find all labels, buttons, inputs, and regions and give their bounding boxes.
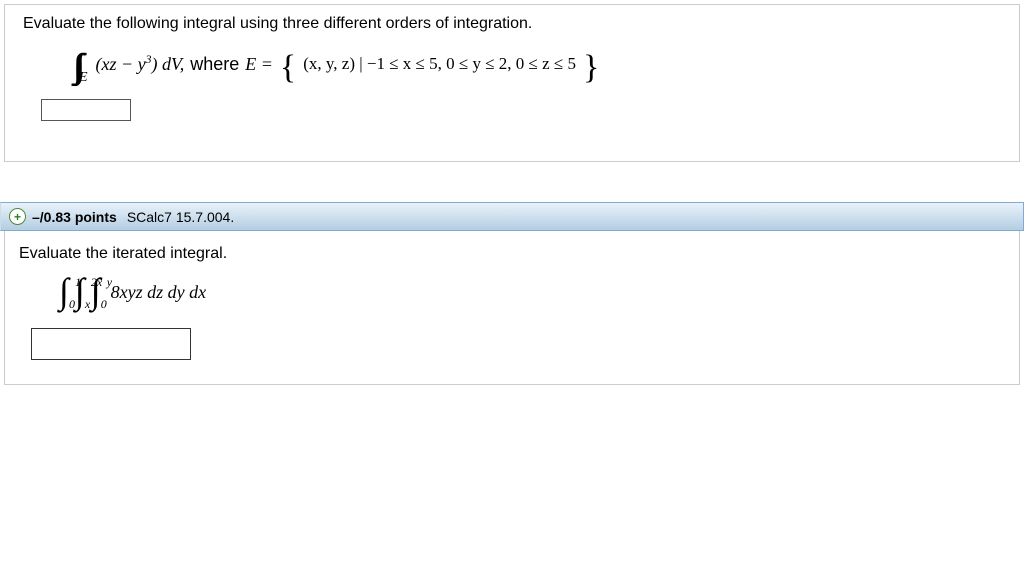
q2-math: ∫ 1 0 ∫ 2x x ∫ y 0 8xyz dz dy dx [59, 277, 1005, 308]
integral-region-sub: E [79, 70, 88, 86]
q1-math: ∫∫∫ E (xz − y3) dV, where E = { (x, y, z… [73, 47, 1001, 81]
q1-evar: E = [245, 54, 273, 75]
question-2-content: Evaluate the iterated integral. ∫ 1 0 ∫ … [5, 231, 1019, 384]
int-3: ∫ y 0 [91, 277, 101, 308]
expand-icon[interactable]: + [9, 208, 26, 225]
q1-prompt: Evaluate the following integral using th… [23, 15, 1001, 33]
question-2-header: + –/0.83 points SCalc7 15.7.004. [0, 202, 1024, 231]
int-1: ∫ 1 0 [59, 277, 69, 308]
q1-integrand: (xz − y3) dV, [96, 54, 185, 75]
int3-upper: y [107, 275, 112, 290]
q2-answer-input[interactable] [31, 328, 191, 360]
q2-score: –/0.83 points [32, 209, 117, 225]
question-1-content: Evaluate the following integral using th… [5, 5, 1019, 131]
triple-integral-symbol: ∫∫∫ [73, 50, 77, 84]
q2-integrand: 8xyz dz dy dx [111, 282, 206, 303]
q1-answer-input[interactable] [41, 99, 131, 121]
q2-ref: SCalc7 15.7.004. [127, 209, 234, 225]
q1-where: where [190, 54, 239, 75]
int2-lower: x [85, 297, 90, 312]
int-2: ∫ 2x x [75, 277, 85, 308]
q1-set-body: (x, y, z) | −1 ≤ x ≤ 5, 0 ≤ y ≤ 2, 0 ≤ z… [303, 54, 576, 74]
question-2-box: Evaluate the iterated integral. ∫ 1 0 ∫ … [4, 231, 1020, 385]
question-1-box: Evaluate the following integral using th… [4, 4, 1020, 162]
q2-prompt: Evaluate the iterated integral. [19, 245, 1005, 263]
int3-lower: 0 [101, 297, 107, 312]
